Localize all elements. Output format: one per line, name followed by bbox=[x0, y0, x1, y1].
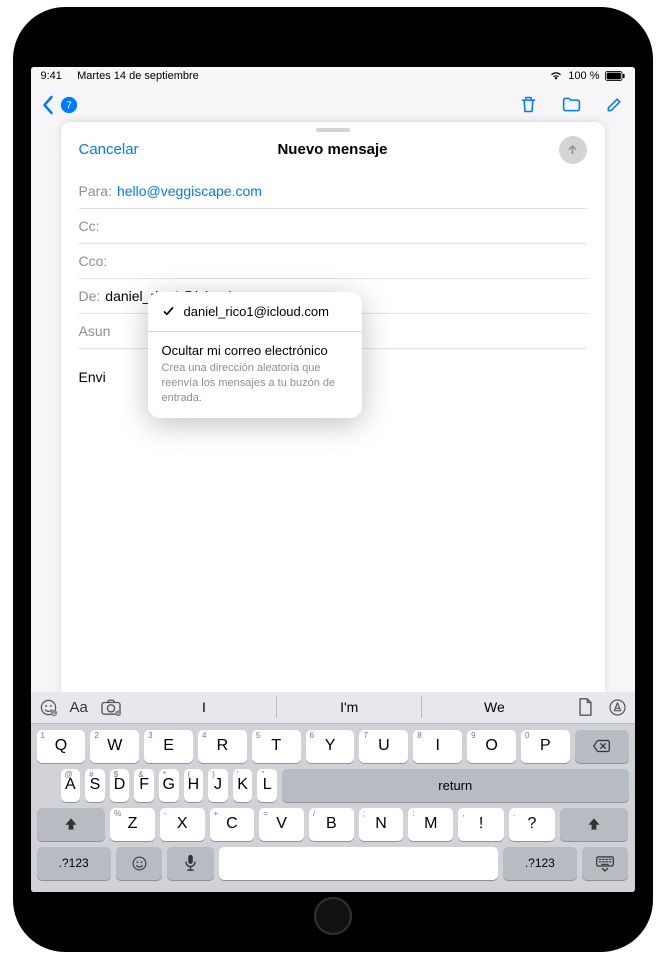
from-popover: daniel_rico1@icloud.com Ocultar mi corre… bbox=[148, 292, 362, 418]
battery-pct: 100 % bbox=[568, 70, 599, 82]
key-q[interactable]: 1Q bbox=[37, 730, 86, 763]
subject-label: Asun bbox=[79, 323, 111, 339]
spacebar-key[interactable] bbox=[219, 847, 498, 880]
scan-doc-icon[interactable] bbox=[577, 697, 594, 717]
back-icon[interactable] bbox=[41, 95, 54, 115]
keyboard-suggestions: I I'm We bbox=[132, 696, 567, 718]
backspace-key[interactable] bbox=[575, 730, 629, 763]
modal-grabber[interactable] bbox=[316, 128, 350, 132]
shift-key[interactable] bbox=[37, 808, 106, 841]
modal-title: Nuevo mensaje bbox=[277, 141, 387, 158]
key-j[interactable]: )J bbox=[208, 769, 228, 802]
suggestion-3[interactable]: We bbox=[421, 696, 566, 718]
return-key[interactable]: return bbox=[282, 769, 628, 802]
mailbox-badge[interactable]: 7 bbox=[60, 96, 78, 114]
key-t[interactable]: 5T bbox=[252, 730, 301, 763]
key-p[interactable]: 0P bbox=[521, 730, 570, 763]
key-u[interactable]: 7U bbox=[359, 730, 408, 763]
key-s[interactable]: #S bbox=[85, 769, 105, 802]
camera-icon[interactable]: + bbox=[100, 698, 122, 716]
format-icon[interactable]: Aa bbox=[70, 699, 88, 716]
numbers-key-right[interactable]: .?123 bbox=[503, 847, 577, 880]
dictation-key[interactable] bbox=[167, 847, 213, 880]
from-option-current[interactable]: daniel_rico1@icloud.com bbox=[148, 292, 362, 331]
shift-key-right[interactable] bbox=[560, 808, 629, 841]
key-x[interactable]: -X bbox=[160, 808, 205, 841]
body-partial: Envi bbox=[79, 369, 106, 385]
key-m[interactable]: :M bbox=[408, 808, 453, 841]
key-c[interactable]: +C bbox=[210, 808, 255, 841]
keyboard-row-1: 1Q2W3E4R5T6Y7U8I9O0P bbox=[37, 730, 629, 763]
folder-icon[interactable] bbox=[561, 94, 582, 115]
key-d[interactable]: $D bbox=[110, 769, 130, 802]
suggestion-2[interactable]: I'm bbox=[276, 696, 421, 718]
status-date: Martes 14 de septiembre bbox=[77, 70, 199, 82]
key-z[interactable]: %Z bbox=[110, 808, 155, 841]
key-v[interactable]: =V bbox=[259, 808, 304, 841]
to-label: Para: bbox=[79, 183, 112, 199]
bcc-label: Cco: bbox=[79, 253, 108, 269]
key-w[interactable]: 2W bbox=[90, 730, 139, 763]
key-![interactable]: ,! bbox=[458, 808, 504, 841]
svg-text:7: 7 bbox=[66, 100, 72, 111]
status-bar: 9:41 Martes 14 de septiembre 100 % bbox=[31, 67, 635, 85]
key-?[interactable]: .? bbox=[509, 808, 555, 841]
keyboard: A Aa + I I'm We 1Q2W3E4R5T6Y7U8I9O0P bbox=[31, 692, 635, 892]
wifi-icon bbox=[549, 70, 563, 81]
key-k[interactable]: 'K bbox=[233, 769, 253, 802]
key-g[interactable]: *G bbox=[159, 769, 179, 802]
from-option-email: daniel_rico1@icloud.com bbox=[184, 304, 329, 319]
screen: 9:41 Martes 14 de septiembre 100 % bbox=[31, 67, 635, 892]
numbers-key[interactable]: .?123 bbox=[37, 847, 111, 880]
to-value: hello@veggiscape.com bbox=[117, 183, 262, 199]
status-left: 9:41 Martes 14 de septiembre bbox=[41, 70, 199, 82]
checkmark-icon bbox=[162, 304, 176, 318]
from-label: De: bbox=[79, 288, 101, 304]
hide-email-desc: Crea una dirección aleatoria que reenvía… bbox=[162, 361, 348, 406]
key-n[interactable]: ;N bbox=[359, 808, 404, 841]
key-b[interactable]: /B bbox=[309, 808, 354, 841]
key-a[interactable]: @A bbox=[61, 769, 81, 802]
key-l[interactable]: "L bbox=[257, 769, 277, 802]
key-i[interactable]: 8I bbox=[413, 730, 462, 763]
key-h[interactable]: (H bbox=[184, 769, 204, 802]
compose-icon[interactable] bbox=[604, 94, 625, 115]
emoji-text-icon[interactable]: A bbox=[39, 698, 58, 717]
battery-icon bbox=[605, 71, 625, 81]
cancel-button[interactable]: Cancelar bbox=[79, 141, 139, 158]
emoji-key[interactable] bbox=[116, 847, 162, 880]
svg-text:A: A bbox=[52, 711, 55, 716]
key-y[interactable]: 6Y bbox=[306, 730, 355, 763]
key-f[interactable]: &F bbox=[134, 769, 154, 802]
status-time: 9:41 bbox=[41, 70, 62, 82]
key-e[interactable]: 3E bbox=[144, 730, 193, 763]
trash-icon[interactable] bbox=[518, 94, 539, 115]
key-o[interactable]: 9O bbox=[467, 730, 516, 763]
keyboard-row-2: @A#S$D&F*G(H)J'K"L return bbox=[37, 769, 629, 802]
key-r[interactable]: 4R bbox=[198, 730, 247, 763]
send-button[interactable] bbox=[559, 136, 587, 164]
keyboard-row-4: .?123 .?123 bbox=[37, 847, 629, 880]
markup-icon[interactable] bbox=[608, 698, 627, 717]
bcc-field[interactable]: Cco: bbox=[79, 244, 587, 279]
to-field[interactable]: Para: hello@veggiscape.com bbox=[79, 174, 587, 209]
cc-field[interactable]: Cc: bbox=[79, 209, 587, 244]
ipad-frame: 9:41 Martes 14 de septiembre 100 % bbox=[13, 7, 653, 952]
keyboard-row-3: %Z-X+C=V/B;N:M ,!.? bbox=[37, 808, 629, 841]
keyboard-toolbar: A Aa + I I'm We bbox=[31, 692, 635, 724]
cc-label: Cc: bbox=[79, 218, 100, 234]
suggestion-1[interactable]: I bbox=[132, 696, 276, 718]
mail-toolbar-behind: 7 bbox=[31, 85, 635, 125]
hide-keyboard-key[interactable] bbox=[582, 847, 628, 880]
hide-email-title: Ocultar mi correo electrónico bbox=[162, 343, 348, 358]
hide-my-email-option[interactable]: Ocultar mi correo electrónico Crea una d… bbox=[148, 331, 362, 418]
home-button[interactable] bbox=[314, 897, 352, 935]
